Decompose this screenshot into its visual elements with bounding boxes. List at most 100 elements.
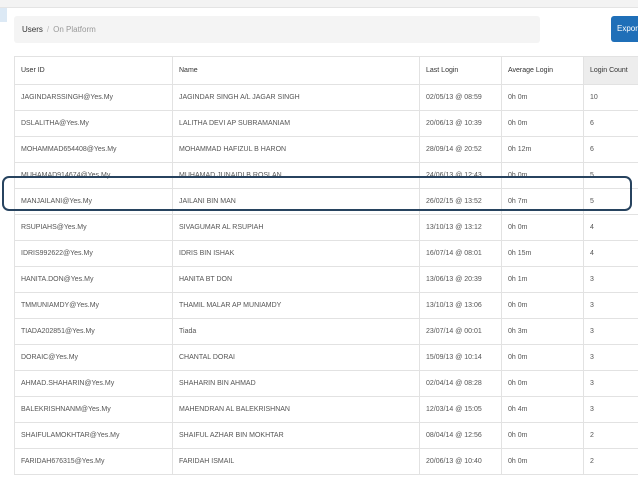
users-table: User ID Name Last Login Average Login Lo… bbox=[14, 56, 638, 475]
login-count-cell: 3 bbox=[583, 344, 638, 371]
export-button[interactable]: Export bbox=[611, 16, 638, 42]
table-row[interactable]: DSLALITHA@Yes.My LALITHA DEVI AP SUBRAMAN… bbox=[14, 110, 638, 137]
user-id-cell: MUHAMAD914674@Yes.My bbox=[14, 162, 173, 189]
name-cell: Tiada bbox=[172, 318, 420, 345]
column-header-average-login[interactable]: Average Login bbox=[501, 56, 584, 85]
column-header-name[interactable]: Name bbox=[172, 56, 420, 85]
average-login-cell: 0h 0m bbox=[501, 422, 584, 449]
name-cell: SHAIFUL AZHAR BIN MOKHTAR bbox=[172, 422, 420, 449]
login-count-cell: 3 bbox=[583, 266, 638, 293]
name-cell: HANITA BT DON bbox=[172, 266, 420, 293]
average-login-cell: 0h 0m bbox=[501, 344, 584, 371]
login-count-cell: 3 bbox=[583, 396, 638, 423]
last-login-cell: 02/04/14 @ 08:28 bbox=[419, 370, 502, 397]
average-login-cell: 0h 0m bbox=[501, 370, 584, 397]
table-body: JAGINDARSSINGH@Yes.My JAGINDAR SINGH A/L … bbox=[14, 84, 638, 475]
table-row[interactable]: IDRIS992622@Yes.My IDRIS BIN ISHAK 16/07/1… bbox=[14, 240, 638, 267]
table-row[interactable]: MANJAILANI@Yes.My JAILANI BIN MAN 26/02/15… bbox=[14, 188, 638, 215]
average-login-cell: 0h 15m bbox=[501, 240, 584, 267]
user-id-cell: FARIDAH676315@Yes.My bbox=[14, 448, 173, 475]
average-login-cell: 0h 12m bbox=[501, 136, 584, 163]
name-cell: LALITHA DEVI AP SUBRAMANIAM bbox=[172, 110, 420, 137]
last-login-cell: 20/06/13 @ 10:40 bbox=[419, 448, 502, 475]
table-row[interactable]: MOHAMMAD654408@Yes.My MOHAMMAD HAFIZUL B … bbox=[14, 136, 638, 163]
login-count-cell: 2 bbox=[583, 448, 638, 475]
login-count-cell: 10 bbox=[583, 84, 638, 111]
user-id-cell: DORAIC@Yes.My bbox=[14, 344, 173, 371]
last-login-cell: 28/09/14 @ 20:52 bbox=[419, 136, 502, 163]
last-login-cell: 08/04/14 @ 12:56 bbox=[419, 422, 502, 449]
login-count-cell: 3 bbox=[583, 370, 638, 397]
average-login-cell: 0h 3m bbox=[501, 318, 584, 345]
name-cell: FARIDAH ISMAIL bbox=[172, 448, 420, 475]
user-id-cell: IDRIS992622@Yes.My bbox=[14, 240, 173, 267]
name-cell: IDRIS BIN ISHAK bbox=[172, 240, 420, 267]
table-row[interactable]: SHAIFULAMOKHTAR@Yes.My SHAIFUL AZHAR BIN … bbox=[14, 422, 638, 449]
table-row[interactable]: TMMUNIAMDY@Yes.My THAMIL MALAR AP MUNIAMD… bbox=[14, 292, 638, 319]
user-id-cell: TMMUNIAMDY@Yes.My bbox=[14, 292, 173, 319]
user-id-cell: SHAIFULAMOKHTAR@Yes.My bbox=[14, 422, 173, 449]
login-count-cell: 5 bbox=[583, 162, 638, 189]
table-row[interactable]: AHMAD.SHAHARIN@Yes.My SHAHARIN BIN AHMAD 0… bbox=[14, 370, 638, 397]
last-login-cell: 12/03/14 @ 15:05 bbox=[419, 396, 502, 423]
breadcrumb-users-link[interactable]: Users bbox=[22, 25, 43, 34]
user-id-cell: AHMAD.SHAHARIN@Yes.My bbox=[14, 370, 173, 397]
name-cell: CHANTAL DORAI bbox=[172, 344, 420, 371]
login-count-cell: 6 bbox=[583, 136, 638, 163]
last-login-cell: 23/07/14 @ 00:01 bbox=[419, 318, 502, 345]
last-login-cell: 13/10/13 @ 13:12 bbox=[419, 214, 502, 241]
table-row[interactable]: BALEKRISHNANM@Yes.My MAHENDRAN AL BALEKRI… bbox=[14, 396, 638, 423]
top-border bbox=[0, 0, 638, 8]
average-login-cell: 0h 0m bbox=[501, 110, 584, 137]
name-cell: JAGINDAR SINGH A/L JAGAR SINGH bbox=[172, 84, 420, 111]
column-header-last-login[interactable]: Last Login bbox=[419, 56, 502, 85]
table-row[interactable]: HANITA.DON@Yes.My HANITA BT DON 13/06/13 @… bbox=[14, 266, 638, 293]
login-count-cell: 2 bbox=[583, 422, 638, 449]
breadcrumb-separator: / bbox=[46, 25, 50, 34]
name-cell: SHAHARIN BIN AHMAD bbox=[172, 370, 420, 397]
breadcrumb: Users / On Platform bbox=[14, 16, 540, 43]
name-cell: JAILANI BIN MAN bbox=[172, 188, 420, 215]
user-id-cell: DSLALITHA@Yes.My bbox=[14, 110, 173, 137]
user-id-cell: TIADA202851@Yes.My bbox=[14, 318, 173, 345]
average-login-cell: 0h 0m bbox=[501, 214, 584, 241]
login-count-cell: 4 bbox=[583, 240, 638, 267]
last-login-cell: 20/06/13 @ 10:39 bbox=[419, 110, 502, 137]
column-header-user-id[interactable]: User ID bbox=[14, 56, 173, 85]
average-login-cell: 0h 0m bbox=[501, 162, 584, 189]
table-row[interactable]: MUHAMAD914674@Yes.My MUHAMAD JUNAIDI B RO… bbox=[14, 162, 638, 189]
name-cell: MUHAMAD JUNAIDI B ROSLAN bbox=[172, 162, 420, 189]
user-id-cell: MOHAMMAD654408@Yes.My bbox=[14, 136, 173, 163]
login-count-cell: 3 bbox=[583, 318, 638, 345]
name-cell: MAHENDRAN AL BALEKRISHNAN bbox=[172, 396, 420, 423]
last-login-cell: 02/05/13 @ 08:59 bbox=[419, 84, 502, 111]
sidebar-edge bbox=[0, 8, 7, 22]
table-row[interactable]: FARIDAH676315@Yes.My FARIDAH ISMAIL 20/06/… bbox=[14, 448, 638, 475]
average-login-cell: 0h 0m bbox=[501, 292, 584, 319]
last-login-cell: 16/07/14 @ 08:01 bbox=[419, 240, 502, 267]
average-login-cell: 0h 7m bbox=[501, 188, 584, 215]
table-row[interactable]: TIADA202851@Yes.My Tiada 23/07/14 @ 00:01 0… bbox=[14, 318, 638, 345]
table-header-row: User ID Name Last Login Average Login Lo… bbox=[14, 56, 638, 85]
login-count-cell: 4 bbox=[583, 214, 638, 241]
last-login-cell: 15/09/13 @ 10:14 bbox=[419, 344, 502, 371]
breadcrumb-current: On Platform bbox=[53, 25, 96, 34]
user-id-cell: MANJAILANI@Yes.My bbox=[14, 188, 173, 215]
last-login-cell: 24/06/13 @ 12:43 bbox=[419, 162, 502, 189]
last-login-cell: 26/02/15 @ 13:52 bbox=[419, 188, 502, 215]
average-login-cell: 0h 0m bbox=[501, 84, 584, 111]
table-row[interactable]: RSUPIAHS@Yes.My SIVAGUMAR AL RSUPIAH 13/10… bbox=[14, 214, 638, 241]
user-id-cell: RSUPIAHS@Yes.My bbox=[14, 214, 173, 241]
user-id-cell: HANITA.DON@Yes.My bbox=[14, 266, 173, 293]
name-cell: MOHAMMAD HAFIZUL B HARON bbox=[172, 136, 420, 163]
login-count-cell: 6 bbox=[583, 110, 638, 137]
name-cell: THAMIL MALAR AP MUNIAMDY bbox=[172, 292, 420, 319]
table-row[interactable]: JAGINDARSSINGH@Yes.My JAGINDAR SINGH A/L … bbox=[14, 84, 638, 111]
login-count-cell: 5 bbox=[583, 188, 638, 215]
table-row[interactable]: DORAIC@Yes.My CHANTAL DORAI 15/09/13 @ 10:… bbox=[14, 344, 638, 371]
average-login-cell: 0h 1m bbox=[501, 266, 584, 293]
column-header-login-count[interactable]: Login Count bbox=[583, 56, 638, 85]
average-login-cell: 0h 4m bbox=[501, 396, 584, 423]
last-login-cell: 13/10/13 @ 13:06 bbox=[419, 292, 502, 319]
average-login-cell: 0h 0m bbox=[501, 448, 584, 475]
